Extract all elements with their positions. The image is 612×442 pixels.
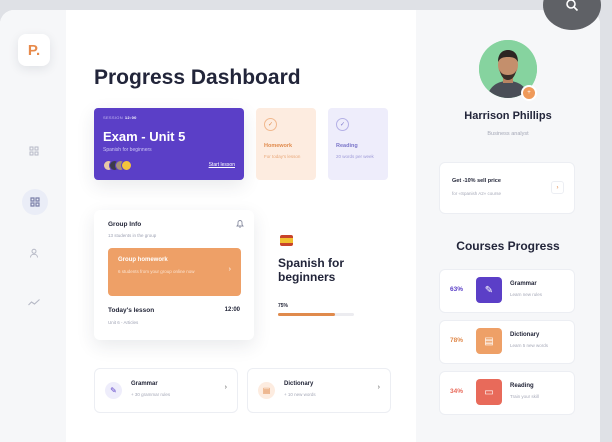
exam-title: Exam - Unit 5	[103, 129, 186, 144]
reading-sub: 20 words per week	[336, 154, 374, 159]
course-progress-item[interactable]: 34% ▭ Reading Train your skill	[439, 371, 575, 415]
reading-label: Reading	[336, 143, 358, 149]
promo-title: Get -10% sell price	[452, 178, 501, 184]
todays-lesson-label: Today's lesson	[108, 307, 155, 314]
course-progress-item[interactable]: 63% ✎ Grammar Learn new rules	[439, 269, 575, 313]
app-window: P. Progress Dashboard SESSION 12:00 Exam …	[0, 10, 600, 442]
promo-card[interactable]: Get -10% sell price for «Spanish A2» cou…	[439, 162, 575, 214]
check-icon: ✓	[264, 118, 277, 131]
course-progress-label: 75%	[278, 303, 289, 309]
group-homework-title: Group homework	[118, 257, 168, 263]
course-title: Spanish for beginners	[278, 256, 345, 284]
group-homework-text: 6 students from your group online now	[118, 269, 195, 274]
sidebar: P.	[0, 10, 66, 442]
course-sub: Train your skill	[510, 394, 539, 399]
group-info-card: Group Info 13 students in the group Grou…	[94, 210, 254, 340]
chevron-right-icon: ›	[228, 266, 231, 273]
chart-icon[interactable]	[24, 293, 44, 313]
start-lesson-link[interactable]: Start lesson	[209, 162, 235, 168]
user-icon[interactable]	[24, 243, 44, 263]
grammar-card-title: Grammar	[131, 381, 158, 387]
reading-card[interactable]: ✓ Reading 20 words per week	[328, 108, 388, 180]
exam-card[interactable]: SESSION 12:00 Exam - Unit 5 Spanish for b…	[94, 108, 244, 180]
check-icon: ✓	[336, 118, 349, 131]
group-info-title: Group Info	[108, 221, 142, 228]
page-title: Progress Dashboard	[94, 66, 301, 89]
course-progress-fill	[278, 313, 335, 316]
chevron-right-icon: ›	[377, 384, 380, 391]
course-percent: 63%	[450, 286, 464, 293]
app-logo[interactable]: P.	[18, 34, 50, 66]
dictionary-card-title: Dictionary	[284, 381, 314, 387]
course-percent: 34%	[450, 388, 464, 395]
grid-icon[interactable]	[24, 141, 44, 161]
course-name: Grammar	[510, 281, 537, 287]
course-sub: Learn new rules	[510, 292, 543, 297]
grammar-card-sub: + 30 grammar rules	[131, 392, 171, 397]
chevron-right-icon: ›	[224, 384, 227, 391]
exam-session: SESSION 12:00	[103, 115, 137, 120]
pencil-icon: ✎	[476, 277, 502, 303]
course-percent: 78%	[450, 337, 464, 344]
todays-lesson-time: 12:00	[224, 307, 240, 313]
user-role: Business analyst	[487, 131, 529, 137]
main-content: Progress Dashboard SESSION 12:00 Exam - U…	[66, 10, 416, 442]
exam-subtitle: Spanish for beginners	[103, 147, 152, 153]
grammar-card[interactable]: ✎ Grammar + 30 grammar rules ›	[94, 368, 238, 413]
course-progress-bar	[278, 313, 354, 316]
avatar	[121, 160, 132, 171]
edit-icon[interactable]: +	[521, 85, 537, 101]
spain-flag-icon	[280, 235, 293, 246]
homework-sub: For today's lesson	[264, 154, 301, 159]
pencil-icon: ✎	[105, 382, 122, 399]
book-icon: ▤	[476, 328, 502, 354]
homework-card[interactable]: ✓ Homework For today's lesson	[256, 108, 316, 180]
promo-sub: for «Spanish A2» course	[452, 191, 502, 196]
bell-icon[interactable]	[236, 219, 244, 230]
group-info-subtitle: 13 students in the group	[108, 233, 157, 238]
course-progress-item[interactable]: 78% ▤ Dictionary Learn 5 new words	[439, 320, 575, 364]
dictionary-card[interactable]: ▤ Dictionary + 10 new words ›	[247, 368, 391, 413]
course-name: Reading	[510, 383, 534, 389]
group-homework-card[interactable]: Group homework 6 students from your grou…	[108, 248, 241, 296]
book-open-icon: ▭	[476, 379, 502, 405]
course-sub: Learn 5 new words	[510, 343, 549, 348]
homework-label: Homework	[264, 143, 293, 149]
user-name: Harrison Phillips	[464, 110, 552, 122]
courses-progress-title: Courses Progress	[456, 239, 560, 253]
book-icon: ▤	[258, 382, 275, 399]
dictionary-card-sub: + 10 new words	[284, 392, 316, 397]
profile-panel: + Harrison Phillips Business analyst Get…	[416, 10, 600, 442]
course-name: Dictionary	[510, 332, 540, 338]
todays-lesson-sub: Unit 6 - Articles	[108, 320, 139, 325]
chevron-right-icon[interactable]: ›	[551, 181, 564, 194]
dashboard-icon[interactable]	[22, 189, 48, 215]
